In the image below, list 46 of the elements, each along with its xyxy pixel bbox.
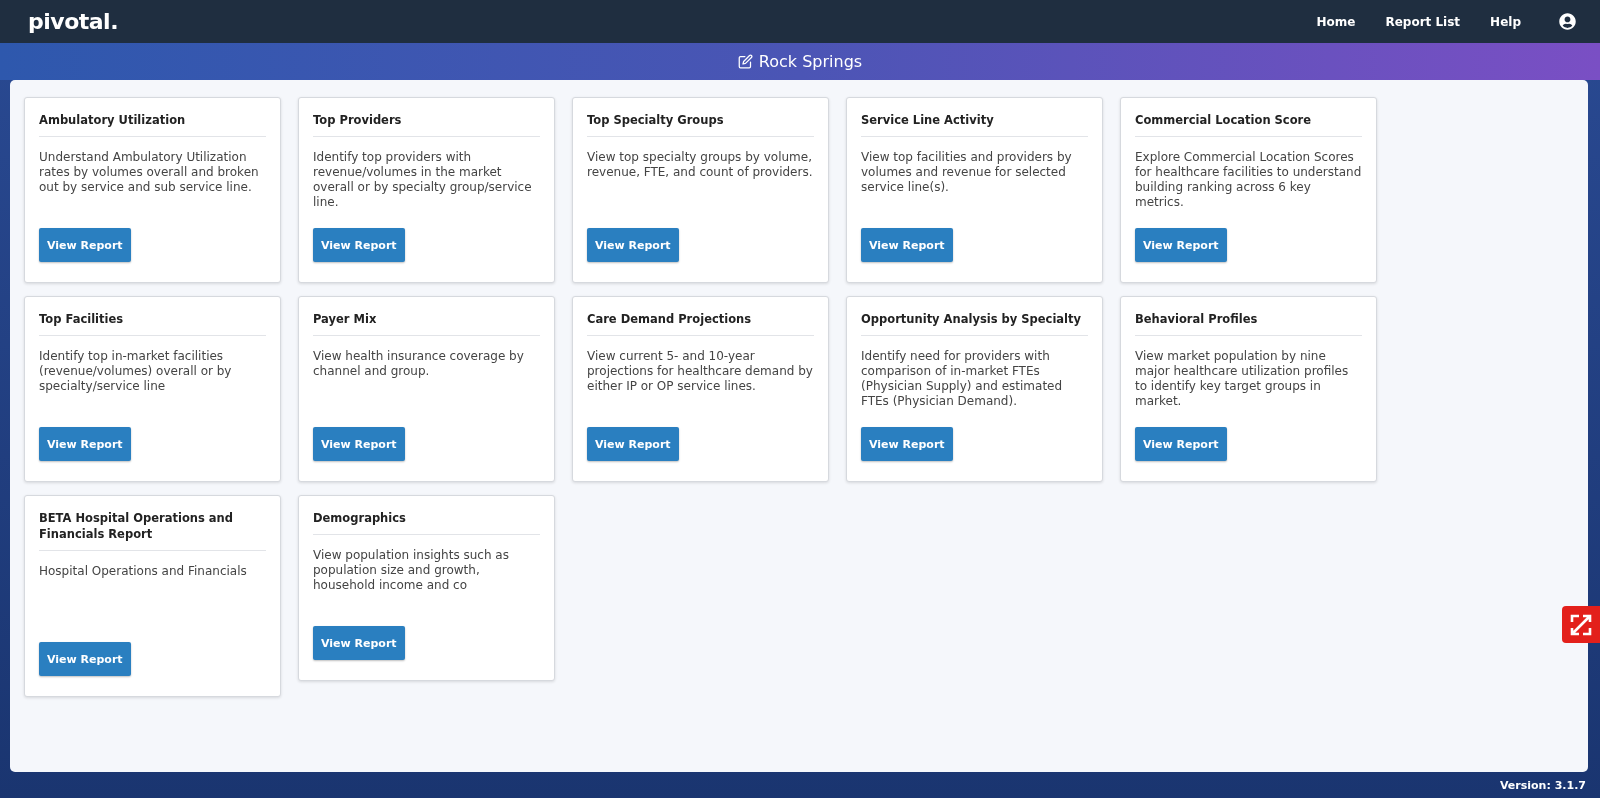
report-description: View health insurance coverage by channel and group. bbox=[313, 349, 525, 380]
report-title: Opportunity Analysis by Specialty bbox=[861, 311, 1088, 336]
report-title: Top Facilities bbox=[39, 311, 266, 336]
view-report-button[interactable]: View Report bbox=[313, 228, 405, 262]
report-title: Payer Mix bbox=[313, 311, 540, 336]
view-report-button[interactable]: View Report bbox=[39, 642, 131, 676]
market-title: Rock Springs bbox=[758, 52, 863, 71]
nav-link[interactable]: Home bbox=[1316, 14, 1356, 29]
view-report-button[interactable]: View Report bbox=[1135, 228, 1227, 262]
view-report-button[interactable]: View Report bbox=[39, 427, 131, 461]
report-title: Demographics bbox=[313, 510, 540, 535]
view-report-button[interactable]: View Report bbox=[313, 427, 405, 461]
logo[interactable]: pivotal. bbox=[28, 9, 118, 34]
report-title: Service Line Activity bbox=[861, 112, 1088, 137]
view-report-button[interactable]: View Report bbox=[1135, 427, 1227, 461]
view-report-button[interactable]: View Report bbox=[313, 626, 405, 660]
report-description: Identify need for providers with comparison of in-market FTEs (Physician Supply) and estimated FTEs (Physician Demand). bbox=[861, 349, 1064, 410]
report-title: Commercial Location Score bbox=[1135, 112, 1362, 137]
edit-icon[interactable] bbox=[737, 54, 753, 69]
report-description: View market population by nine major healthcare utilization profiles to identify key target groups in market. bbox=[1135, 349, 1350, 410]
nav-link[interactable]: Help bbox=[1490, 14, 1521, 29]
report-title: Behavioral Profiles bbox=[1135, 311, 1362, 336]
view-report-button[interactable]: View Report bbox=[39, 228, 131, 262]
view-report-button[interactable]: View Report bbox=[587, 427, 679, 461]
version-label: Version: 3.1.7 bbox=[1499, 778, 1586, 792]
view-report-button[interactable]: View Report bbox=[587, 228, 679, 262]
report-description: Understand Ambulatory Utilization rates by volumes overall and broken out by service and sub service line. bbox=[39, 150, 260, 196]
report-description: Identify top providers with revenue/volumes in the market overall or by specialty group/service line. bbox=[313, 150, 533, 211]
view-report-button[interactable]: View Report bbox=[861, 228, 953, 262]
diagonal-arrows-icon bbox=[1570, 613, 1592, 636]
report-title: BETA Hospital Operations and Financials Report bbox=[39, 510, 266, 551]
report-description: View population insights such as population size and growth, household income and co bbox=[313, 548, 510, 594]
report-description: View top specialty groups by volume, revenue, FTE, and count of providers. bbox=[587, 150, 814, 181]
report-title: Ambulatory Utilization bbox=[39, 112, 266, 137]
report-description: Explore Commercial Location Scores for healthcare facilities to understand building ranking across 6 key metrics. bbox=[1135, 150, 1362, 211]
user-account-icon[interactable] bbox=[1559, 13, 1576, 30]
report-title: Top Specialty Groups bbox=[587, 112, 814, 137]
report-description: View top facilities and providers by volumes and revenue for selected service line(s). bbox=[861, 150, 1073, 196]
report-description: Identify top in-market facilities (revenue/volumes) overall or by specialty/service line bbox=[39, 349, 233, 395]
report-description: View current 5- and 10-year projections for healthcare demand by either IP or OP service lines. bbox=[587, 349, 814, 395]
report-title: Care Demand Projections bbox=[587, 311, 814, 336]
view-report-button[interactable]: View Report bbox=[861, 427, 953, 461]
report-title: Top Providers bbox=[313, 112, 540, 137]
nav-link[interactable]: Report List bbox=[1385, 14, 1461, 29]
feedback-widget-button[interactable] bbox=[1562, 606, 1600, 643]
report-description: Hospital Operations and Financials bbox=[39, 564, 248, 580]
